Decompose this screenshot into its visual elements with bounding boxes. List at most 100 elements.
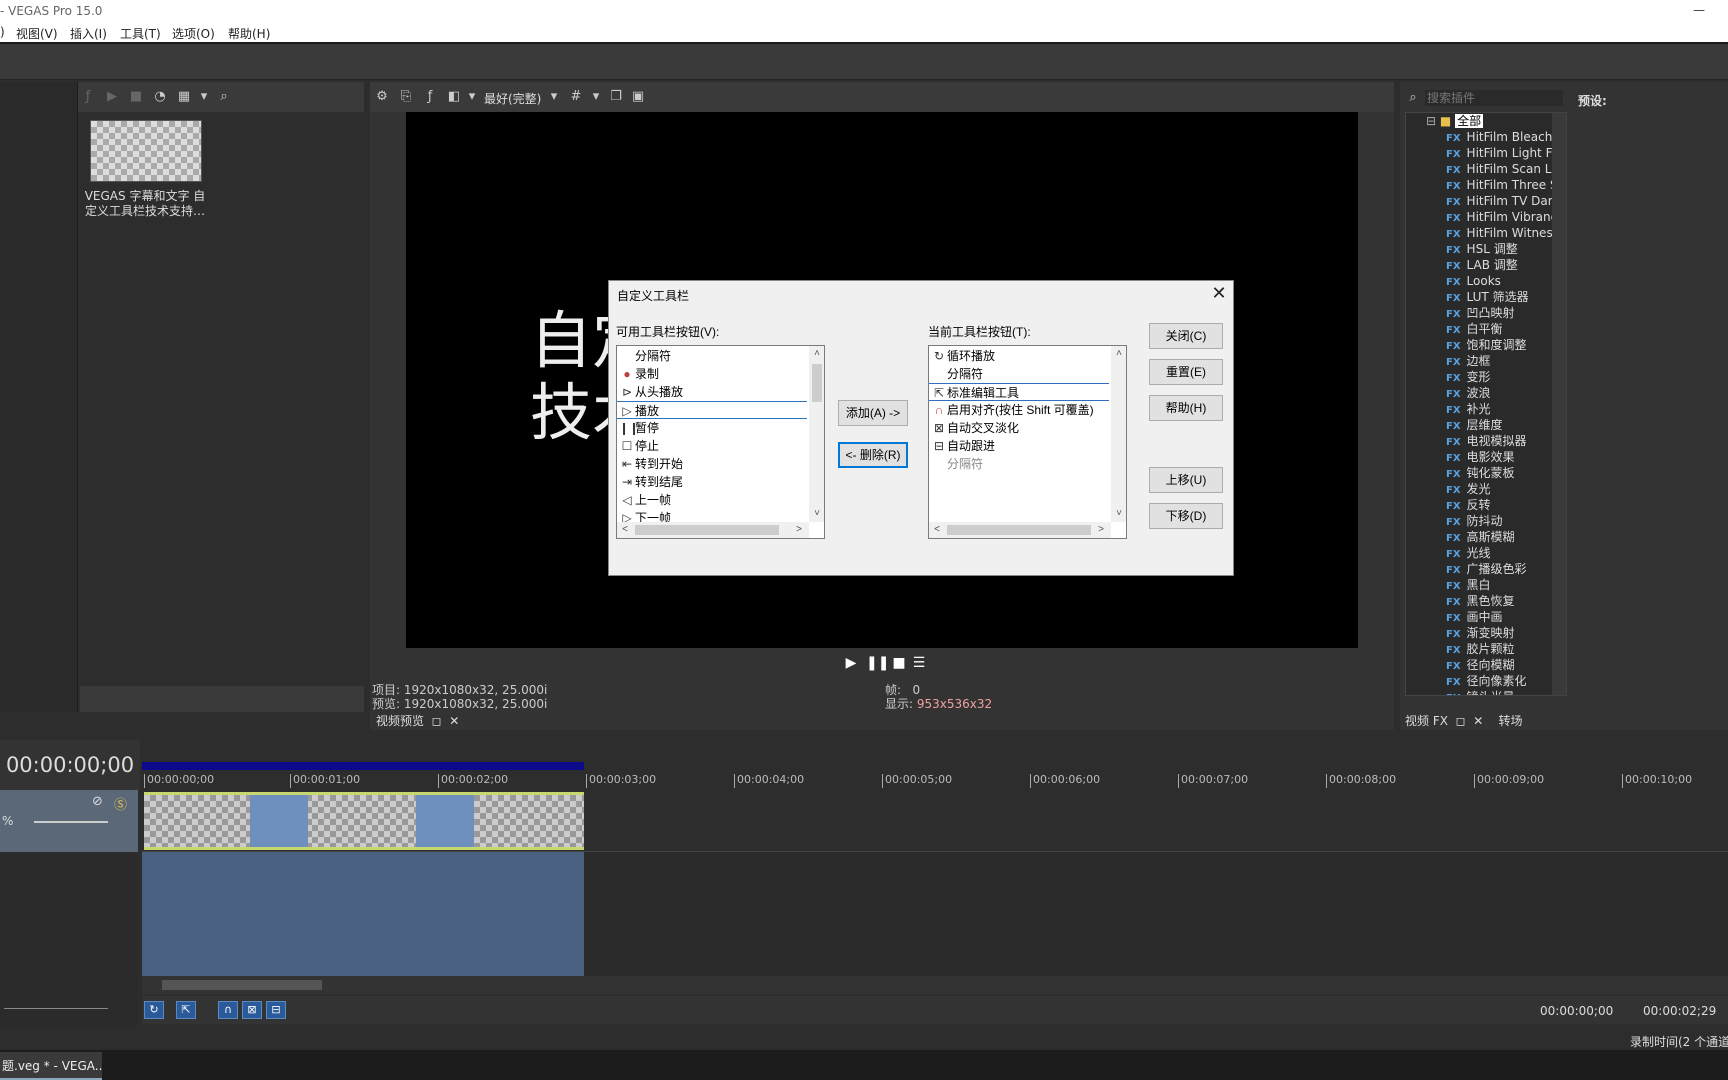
timeline-scroll-thumb[interactable]	[162, 980, 322, 990]
properties-icon[interactable]: ⎘	[398, 89, 414, 105]
fx-tree-item[interactable]: FX 反转	[1406, 497, 1566, 513]
undock-icon[interactable]: ◻	[1452, 714, 1466, 728]
fx-tree-item[interactable]: FX Looks	[1406, 273, 1566, 289]
media-thumbnail[interactable]	[90, 120, 202, 182]
list-item[interactable]: ⊳ 从头播放	[617, 383, 807, 401]
tab-video-preview[interactable]: 视频预览 ◻ ✕	[372, 712, 464, 730]
media-tree[interactable]	[0, 82, 78, 712]
fx-tree-item[interactable]: FX 径向像素化	[1406, 673, 1566, 689]
fx-tree-item[interactable]: FX 饱和度调整	[1406, 337, 1566, 353]
fx-tree-item[interactable]: FXHitFilm Three Strip	[1406, 177, 1566, 193]
snap-icon[interactable]: ∩	[218, 1001, 238, 1019]
list-item[interactable]: ∩ 启用对齐(按住 Shift 可覆盖)	[929, 401, 1109, 419]
autopreview-icon[interactable]: ◔	[152, 89, 168, 105]
stop-icon[interactable]: ■	[890, 655, 908, 671]
play-icon[interactable]: ▶	[104, 89, 120, 105]
help-button[interactable]: 帮助(H)	[1149, 395, 1223, 421]
available-vscroll[interactable]: ˄ ˅	[809, 346, 824, 522]
list-item[interactable]: ⇤ 转到开始	[617, 455, 807, 473]
crossfade-icon[interactable]: ⊠	[242, 1001, 262, 1019]
selection-end-time[interactable]: 00:00:02;29	[1643, 1004, 1716, 1018]
available-hscroll[interactable]: < >	[617, 522, 809, 538]
fx-tree-item[interactable]: FXHitFilm TV Damage	[1406, 193, 1566, 209]
fx-tree-item[interactable]: FX镜头光晕	[1406, 689, 1566, 695]
fx-tree-item[interactable]: FX 白平衡	[1406, 321, 1566, 337]
remove-button[interactable]: <- 删除(R)	[838, 442, 908, 468]
track-opacity-slider[interactable]	[34, 821, 108, 823]
split-screen-icon[interactable]: ◧	[446, 89, 462, 105]
fx-tree-item[interactable]: FX 广播级色彩	[1406, 561, 1566, 577]
list-item[interactable]: ⇥ 转到结尾	[617, 473, 807, 491]
track-header[interactable]: % ⊘ Ⓢ	[0, 790, 138, 852]
stop-icon[interactable]: ■	[128, 89, 144, 105]
play-icon[interactable]: ▶	[842, 655, 860, 671]
tab-transitions[interactable]: 转场	[1499, 714, 1523, 728]
fx-tree-item[interactable]: FX HSL 调整	[1406, 241, 1566, 257]
list-item[interactable]: ↻ 循环播放	[929, 347, 1109, 365]
fx-tree-item[interactable]: FX LUT 筛选器	[1406, 289, 1566, 305]
fx-tree-item[interactable]: FXHitFilm Bleach Bypass	[1406, 129, 1566, 145]
dialog-close-icon[interactable]: ✕	[1207, 282, 1231, 306]
fx-tree-item[interactable]: FX 变形	[1406, 369, 1566, 385]
fx-tree-item[interactable]: FX 凹凸映射	[1406, 305, 1566, 321]
fx-tree-item[interactable]: FX 电视模拟器	[1406, 433, 1566, 449]
edit-tool-icon[interactable]: ⇱	[176, 1001, 196, 1019]
close-icon[interactable]: ✕	[445, 714, 459, 728]
view-icon[interactable]: ▦	[176, 89, 192, 105]
minimize-button[interactable]: —	[1692, 0, 1706, 20]
save-snapshot-icon[interactable]: ▣	[630, 89, 646, 105]
fx-tree-item[interactable]: FX 渐变映射	[1406, 625, 1566, 641]
fx-tree-item[interactable]: FX HitFilm Scan Lines	[1406, 161, 1566, 177]
pause-icon[interactable]: ❚❚	[866, 655, 889, 671]
reset-button[interactable]: 重置(E)	[1149, 359, 1223, 385]
loop-icon[interactable]: ↻	[144, 1001, 164, 1019]
menu-fragment[interactable]: )	[0, 25, 5, 39]
fx-tree-item[interactable]: FX 胶片颗粒	[1406, 641, 1566, 657]
fx-tree-item[interactable]: FX 黑色恢复	[1406, 593, 1566, 609]
fx-tree-item[interactable]: FX HitFilm Vibrance	[1406, 209, 1566, 225]
list-item[interactable]: 分隔符	[929, 365, 1109, 383]
fx-tree-item[interactable]: FX 边框	[1406, 353, 1566, 369]
mute-icon[interactable]: ⊘	[92, 794, 103, 809]
fx-tree-item[interactable]: FXHitFilm Witness Protection	[1406, 225, 1566, 241]
list-item[interactable]: ☐ 停止	[617, 437, 807, 455]
ripple-icon[interactable]: ⊟	[266, 1001, 286, 1019]
loop-region[interactable]	[142, 762, 584, 770]
fx-tree-item[interactable]: FX LAB 调整	[1406, 257, 1566, 273]
fx-tree-item[interactable]: FX 光线	[1406, 545, 1566, 561]
fx-tree-item[interactable]: FX 发光	[1406, 481, 1566, 497]
list-item[interactable]: 分隔符	[617, 347, 807, 365]
list-item[interactable]: ▷ 播放	[617, 401, 807, 419]
fx-tree-item[interactable]: FX 层维度	[1406, 417, 1566, 433]
grid-icon[interactable]: #	[568, 89, 584, 105]
undock-icon[interactable]: ◻	[428, 714, 442, 728]
chevron-down-icon[interactable]: ▾	[588, 89, 604, 105]
tab-video-fx[interactable]: 视频 FX	[1405, 714, 1448, 728]
available-buttons-list[interactable]: 分隔符●录制⊳从头播放▷播放❙❙暂停☐停止⇤转到开始⇥转到结尾◁上一帧▷下一帧⤳…	[616, 345, 825, 539]
selection-start-time[interactable]: 00:00:00;00	[1540, 1004, 1613, 1018]
taskbar-item-vegas[interactable]: 题.veg * - VEGA...	[0, 1052, 102, 1080]
list-item[interactable]: ◁ 上一帧	[617, 491, 807, 509]
chevron-down-icon[interactable]: ▾	[464, 89, 480, 105]
fx-tree-root[interactable]: ⊟ ■ 全部	[1406, 113, 1566, 129]
menu-view[interactable]: 视图(V)	[16, 25, 58, 42]
fx-tree-item[interactable]: FX 波浪	[1406, 385, 1566, 401]
close-button[interactable]: 关闭(C)	[1149, 323, 1223, 349]
timeline-empty-area[interactable]	[584, 852, 1728, 976]
preview-quality-select[interactable]: 最好(完整)	[484, 90, 541, 107]
fx-tree-item[interactable]: FX 防抖动	[1406, 513, 1566, 529]
menu-options[interactable]: 选项(O)	[172, 25, 215, 42]
list-item[interactable]: ⊟ 自动跟进	[929, 437, 1109, 455]
add-button[interactable]: 添加(A) ->	[838, 400, 908, 426]
list-item[interactable]: 分隔符	[929, 455, 1109, 473]
fx-tree-item[interactable]: FX 画中画	[1406, 609, 1566, 625]
current-buttons-list[interactable]: ↻ 循环播放 分隔符 ⇱ 标准编辑工具 ∩ 启用对齐(按住 Shift 可覆盖) ⊠ 自动交叉淡…	[928, 345, 1127, 539]
fx-tree-item[interactable]: FXHitFilm Light Flares	[1406, 145, 1566, 161]
fx-scrollbar[interactable]	[1552, 113, 1566, 695]
fx-tree-item[interactable]: FX 径向模糊	[1406, 657, 1566, 673]
timeline-timecode[interactable]: 00:00:00;00	[0, 740, 140, 790]
list-item[interactable]: ❙❙暂停	[617, 419, 807, 437]
list-item[interactable]: ⇱ 标准编辑工具	[929, 383, 1109, 401]
fx-icon[interactable]: ƒ	[80, 89, 96, 105]
zoom-slider[interactable]	[4, 1008, 108, 1009]
